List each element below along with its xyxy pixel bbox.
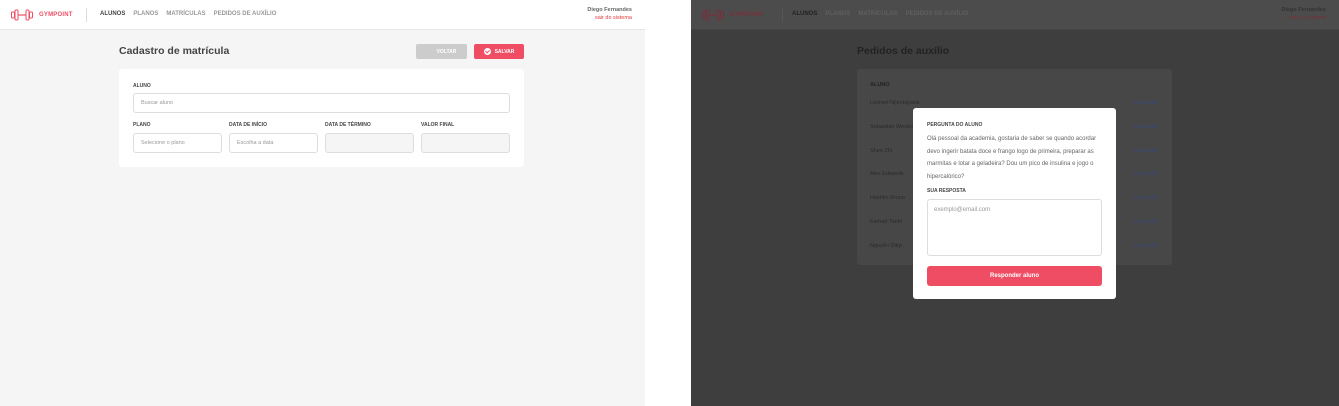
back-button-label: VOLTAR xyxy=(436,48,457,55)
nav-link-planos[interactable]: PLANOS xyxy=(133,11,158,17)
student-name: Shen Zhi xyxy=(870,148,893,154)
top-navbar-dimmed: GYMPOINT ALUNOS PLANOS MATRÍCULAS PEDIDO… xyxy=(691,0,1339,30)
end-date-field xyxy=(325,133,414,153)
student-name: Farhad Tanhi xyxy=(870,219,903,225)
nav-link-pedidos-de-auxilio[interactable]: PEDIDOS DE AUXÍLIO xyxy=(214,11,277,17)
submit-answer-label: Responder aluno xyxy=(989,273,1039,279)
nav-divider xyxy=(782,8,783,22)
nav-link-matriculas: MATRÍCULAS xyxy=(858,11,898,17)
help-orders-screen: GYMPOINT ALUNOS PLANOS MATRÍCULAS PEDIDO… xyxy=(691,0,1339,406)
save-button[interactable]: SALVAR xyxy=(474,44,524,59)
screenshot-canvas: GYMPOINT ALUNOS PLANOS MATRÍCULAS PEDIDO… xyxy=(0,0,1339,406)
start-date-label: DATA DE INÍCIO xyxy=(229,122,267,128)
plan-select-placeholder: Selecione o plano xyxy=(141,140,185,146)
answer-textarea[interactable]: exemplo@email.com xyxy=(927,199,1102,256)
answer-link: responder xyxy=(1133,243,1158,249)
student-question: Olá pessoal da academia, gostaria de sab… xyxy=(927,136,1097,180)
nav-link-alunos: ALUNOS xyxy=(792,11,818,17)
submit-answer-button[interactable]: Responder aluno xyxy=(927,266,1102,286)
start-date-placeholder: Escolha a data xyxy=(237,140,274,146)
plan-label: PLANO xyxy=(133,122,151,128)
final-value-field xyxy=(421,133,510,153)
dumbbell-icon xyxy=(702,9,724,21)
nav-link-alunos[interactable]: ALUNOS xyxy=(100,11,125,17)
column-header-student: ALUNO xyxy=(870,82,890,88)
nav-menu-dimmed: ALUNOS PLANOS MATRÍCULAS PEDIDOS DE AUXÍ… xyxy=(792,11,968,17)
enrollment-screen: GYMPOINT ALUNOS PLANOS MATRÍCULAS PEDIDO… xyxy=(0,0,645,406)
dumbbell-icon xyxy=(11,9,33,21)
save-button-label: SALVAR xyxy=(494,48,515,55)
final-value-label: VALOR FINAL xyxy=(421,122,455,128)
answer-link: responder xyxy=(1133,100,1158,106)
page-title: Cadastro de matrícula xyxy=(119,45,230,57)
student-label: ALUNO xyxy=(133,83,151,89)
question-label: PERGUNTA DO ALUNO xyxy=(927,122,983,128)
end-date-label: DATA DE TÉRMINO xyxy=(325,122,371,128)
nav-link-pedidos-de-auxilio: PEDIDOS DE AUXÍLIO xyxy=(905,11,969,17)
answer-link: responder xyxy=(1133,124,1158,130)
back-button[interactable]: VOLTAR xyxy=(416,44,467,59)
answer-link: responder xyxy=(1133,148,1158,154)
page-title: Pedidos de auxílio xyxy=(857,45,950,57)
answer-link: responder xyxy=(1133,219,1158,225)
answer-modal: PERGUNTA DO ALUNO Olá pessoal da academi… xyxy=(913,108,1116,299)
answer-link: responder xyxy=(1133,195,1158,201)
answer-label: SUA RESPOSTA xyxy=(927,188,966,194)
enrollment-form: ALUNO Buscar aluno PLANO Selecione o pla… xyxy=(119,69,524,167)
student-name: Nguyễn Diệp xyxy=(870,243,902,249)
answer-placeholder: exemplo@email.com xyxy=(934,207,991,213)
student-search-input[interactable]: Buscar aluno xyxy=(133,93,510,113)
nav-divider xyxy=(86,8,87,22)
nav-link-matriculas[interactable]: MATRÍCULAS xyxy=(166,11,205,17)
brand-name: GYMPOINT xyxy=(730,12,764,18)
user-menu: Diego Fernandes sair do sistema xyxy=(587,7,632,21)
student-search-placeholder: Buscar aluno xyxy=(141,100,174,106)
nav-menu: ALUNOS PLANOS MATRÍCULAS PEDIDOS DE AUXÍ… xyxy=(100,11,276,17)
start-date-input[interactable]: Escolha a data xyxy=(229,133,318,153)
brand-logo-dimmed: GYMPOINT xyxy=(702,9,764,21)
brand-name: GYMPOINT xyxy=(39,12,73,18)
logout-link: sair do sistema xyxy=(1289,15,1326,21)
student-name: Alex Edwards xyxy=(870,171,904,177)
check-icon xyxy=(483,48,491,55)
plan-select[interactable]: Selecione o plano xyxy=(133,133,222,153)
student-name: Lennert Nijenbijvank xyxy=(870,100,920,106)
student-name: Hashim Bruno xyxy=(870,195,905,201)
nav-link-planos: PLANOS xyxy=(825,11,851,17)
user-menu-dimmed: Diego Fernandes sair do sistema xyxy=(1281,7,1326,21)
top-navbar: GYMPOINT ALUNOS PLANOS MATRÍCULAS PEDIDO… xyxy=(0,0,645,30)
logout-link[interactable]: sair do sistema xyxy=(587,15,632,21)
answer-link: responder xyxy=(1133,171,1158,177)
user-name: Diego Fernandes xyxy=(1281,7,1326,13)
brand-logo[interactable]: GYMPOINT xyxy=(11,9,73,21)
user-name: Diego Fernandes xyxy=(587,7,632,13)
